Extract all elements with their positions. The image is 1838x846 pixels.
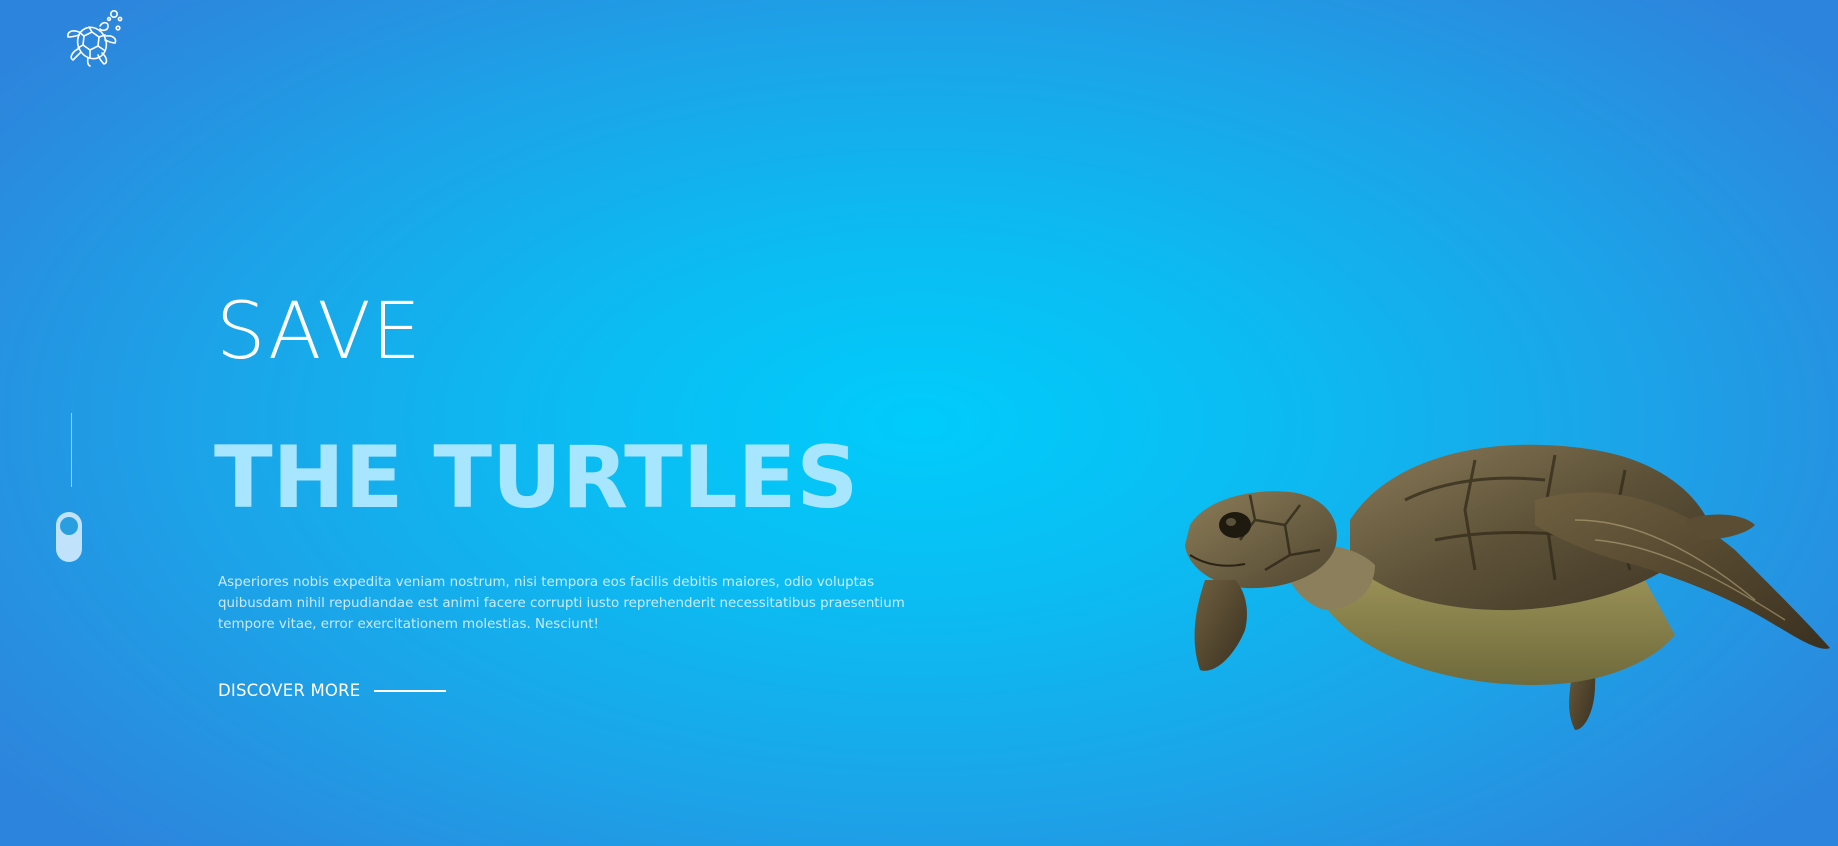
- discover-more-line: [374, 689, 447, 692]
- scroll-toggle[interactable]: [56, 512, 82, 562]
- discover-more-label: DISCOVER MORE: [218, 681, 361, 700]
- sea-turtle-icon[interactable]: [62, 8, 124, 70]
- hero-description: Asperiores nobis expedita veniam nostrum…: [218, 575, 905, 632]
- sea-turtle-image: [1185, 444, 1830, 730]
- discover-more-button[interactable]: DISCOVER MORE: [218, 681, 447, 700]
- scroll-indicator-line: [71, 413, 72, 487]
- hero-title-save: SAVE: [216, 287, 422, 377]
- hero-title-the-turtles: THE TURTLES: [214, 428, 859, 528]
- scroll-toggle-knob: [60, 517, 78, 535]
